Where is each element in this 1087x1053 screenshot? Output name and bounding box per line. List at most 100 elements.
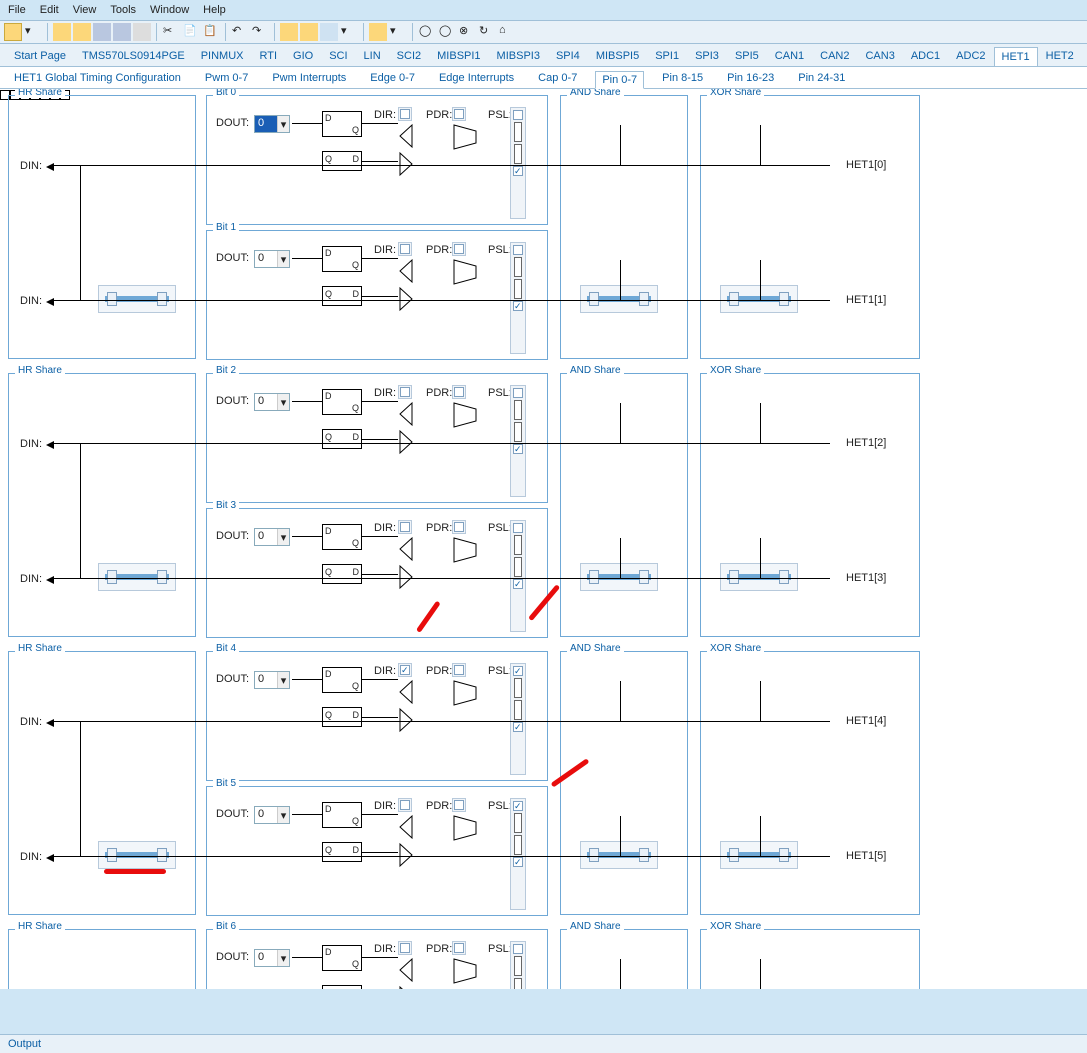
tab-mibspi3[interactable]: MIBSPI3 bbox=[489, 46, 548, 66]
tool1-icon[interactable] bbox=[280, 23, 298, 41]
menu-item-window[interactable]: Window bbox=[150, 4, 189, 16]
redo-icon[interactable]: ↷ bbox=[251, 23, 269, 41]
subtab-pin-24-31[interactable]: Pin 24-31 bbox=[792, 70, 851, 88]
folder-icon[interactable] bbox=[73, 23, 91, 41]
pdr-checkbox-3[interactable] bbox=[452, 520, 466, 534]
layer-dd-icon[interactable]: ▾ bbox=[389, 23, 407, 41]
pdr-checkbox-2[interactable] bbox=[452, 385, 466, 399]
save-icon[interactable] bbox=[93, 23, 111, 41]
psl-stack-6[interactable] bbox=[510, 941, 526, 989]
tab-lin[interactable]: LIN bbox=[356, 46, 389, 66]
new-dropdown-icon[interactable]: ▾ bbox=[24, 23, 42, 41]
output-panel[interactable]: Output bbox=[0, 1034, 1087, 1053]
menu-item-help[interactable]: Help bbox=[203, 4, 226, 16]
psl-stack-1[interactable] bbox=[510, 242, 526, 354]
hr-share-block[interactable] bbox=[98, 841, 176, 869]
psl-stack-3[interactable] bbox=[510, 520, 526, 632]
dout-select-1[interactable]: 0▾ bbox=[254, 250, 290, 268]
tab-rti[interactable]: RTI bbox=[252, 46, 286, 66]
dir-checkbox-2[interactable] bbox=[398, 385, 412, 399]
dir-checkbox-6[interactable] bbox=[398, 941, 412, 955]
subtab-het1-global-timing-configuration[interactable]: HET1 Global Timing Configuration bbox=[8, 70, 187, 88]
tab-tms570ls0914pge[interactable]: TMS570LS0914PGE bbox=[74, 46, 193, 66]
menu-item-view[interactable]: View bbox=[73, 4, 97, 16]
paste-icon[interactable]: 📋 bbox=[202, 23, 220, 41]
and-share-block[interactable] bbox=[580, 563, 658, 591]
tab-can3[interactable]: CAN3 bbox=[857, 46, 902, 66]
dir-checkbox-1[interactable] bbox=[398, 242, 412, 256]
hr-share-block[interactable] bbox=[98, 563, 176, 591]
tab-mibspi5[interactable]: MIBSPI5 bbox=[588, 46, 647, 66]
psl-stack-2[interactable] bbox=[510, 385, 526, 497]
tab-het1[interactable]: HET1 bbox=[994, 47, 1038, 67]
psl-stack-4[interactable] bbox=[510, 663, 526, 775]
and-share-block[interactable] bbox=[580, 841, 658, 869]
pdr-checkbox-4[interactable] bbox=[452, 663, 466, 677]
dout-select-6[interactable]: 0▾ bbox=[254, 949, 290, 967]
tab-spi3[interactable]: SPI3 bbox=[687, 46, 727, 66]
tab-spi5[interactable]: SPI5 bbox=[727, 46, 767, 66]
subtab-pin-0-7[interactable]: Pin 0-7 bbox=[595, 71, 644, 89]
cut-icon[interactable]: ✂ bbox=[162, 23, 180, 41]
dout-select-3[interactable]: 0▾ bbox=[254, 528, 290, 546]
tab-can1[interactable]: CAN1 bbox=[767, 46, 812, 66]
print-icon[interactable] bbox=[133, 23, 151, 41]
tab-sci2[interactable]: SCI2 bbox=[389, 46, 429, 66]
layer-icon[interactable] bbox=[369, 23, 387, 41]
tab-can2[interactable]: CAN2 bbox=[812, 46, 857, 66]
xor-share-block[interactable] bbox=[720, 563, 798, 591]
dir-checkbox-5[interactable] bbox=[398, 798, 412, 812]
nav-fwd-icon[interactable]: ◯ bbox=[438, 23, 456, 41]
tool3-icon[interactable] bbox=[320, 23, 338, 41]
tab-spi1[interactable]: SPI1 bbox=[647, 46, 687, 66]
xor-share-block[interactable] bbox=[720, 285, 798, 313]
nav-back-icon[interactable]: ◯ bbox=[418, 23, 436, 41]
save-all-icon[interactable] bbox=[113, 23, 131, 41]
menu-item-tools[interactable]: Tools bbox=[110, 4, 136, 16]
tab-gio[interactable]: GIO bbox=[285, 46, 321, 66]
dir-checkbox-4[interactable] bbox=[398, 663, 412, 677]
undo-icon[interactable]: ↶ bbox=[231, 23, 249, 41]
dout-select-4[interactable]: 0▾ bbox=[254, 671, 290, 689]
nav-home-icon[interactable]: ⌂ bbox=[498, 23, 516, 41]
tab-spi4[interactable]: SPI4 bbox=[548, 46, 588, 66]
subtab-edge-0-7[interactable]: Edge 0-7 bbox=[364, 70, 421, 88]
tab-mibspi1[interactable]: MIBSPI1 bbox=[429, 46, 488, 66]
pdr-checkbox-1[interactable] bbox=[452, 242, 466, 256]
tab-het2[interactable]: HET2 bbox=[1038, 46, 1082, 66]
tab-es[interactable]: ES bbox=[1082, 46, 1087, 66]
nav-refresh-icon[interactable]: ↻ bbox=[478, 23, 496, 41]
tab-adc2[interactable]: ADC2 bbox=[948, 46, 993, 66]
dout-select-2[interactable]: 0▾ bbox=[254, 393, 290, 411]
copy-icon[interactable]: 📄 bbox=[182, 23, 200, 41]
tab-sci[interactable]: SCI bbox=[321, 46, 355, 66]
and-share-block[interactable] bbox=[580, 285, 658, 313]
dir-checkbox-0[interactable] bbox=[398, 107, 412, 121]
subtab-pin-8-15[interactable]: Pin 8-15 bbox=[656, 70, 709, 88]
hr-share-block[interactable] bbox=[98, 285, 176, 313]
tab-pinmux[interactable]: PINMUX bbox=[193, 46, 252, 66]
pdr-checkbox-6[interactable] bbox=[452, 941, 466, 955]
psl-stack-5[interactable] bbox=[510, 798, 526, 910]
tab-adc1[interactable]: ADC1 bbox=[903, 46, 948, 66]
xor-share-block[interactable] bbox=[720, 841, 798, 869]
menu-item-file[interactable]: File bbox=[8, 4, 26, 16]
dout-select-0[interactable]: 0▾ bbox=[254, 115, 290, 133]
pdr-checkbox-5[interactable] bbox=[452, 798, 466, 812]
subtab-pwm-0-7[interactable]: Pwm 0-7 bbox=[199, 70, 254, 88]
subtab-pin-16-23[interactable]: Pin 16-23 bbox=[721, 70, 780, 88]
dout-select-5[interactable]: 0▾ bbox=[254, 806, 290, 824]
pdr-checkbox-0[interactable] bbox=[452, 107, 466, 121]
tool3-dd-icon[interactable]: ▾ bbox=[340, 23, 358, 41]
tab-start-page[interactable]: Start Page bbox=[6, 46, 74, 66]
open-icon[interactable] bbox=[53, 23, 71, 41]
menu-item-edit[interactable]: Edit bbox=[40, 4, 59, 16]
nav-stop-icon[interactable]: ⊗ bbox=[458, 23, 476, 41]
tool2-icon[interactable] bbox=[300, 23, 318, 41]
diagram-canvas[interactable]: HR ShareDIN:DIN:AND ShareXOR ShareBit 0D… bbox=[0, 89, 1087, 989]
subtab-edge-interrupts[interactable]: Edge Interrupts bbox=[433, 70, 520, 88]
psl-stack-0[interactable] bbox=[510, 107, 526, 219]
subtab-cap-0-7[interactable]: Cap 0-7 bbox=[532, 70, 583, 88]
new-icon[interactable] bbox=[4, 23, 22, 41]
subtab-pwm-interrupts[interactable]: Pwm Interrupts bbox=[266, 70, 352, 88]
